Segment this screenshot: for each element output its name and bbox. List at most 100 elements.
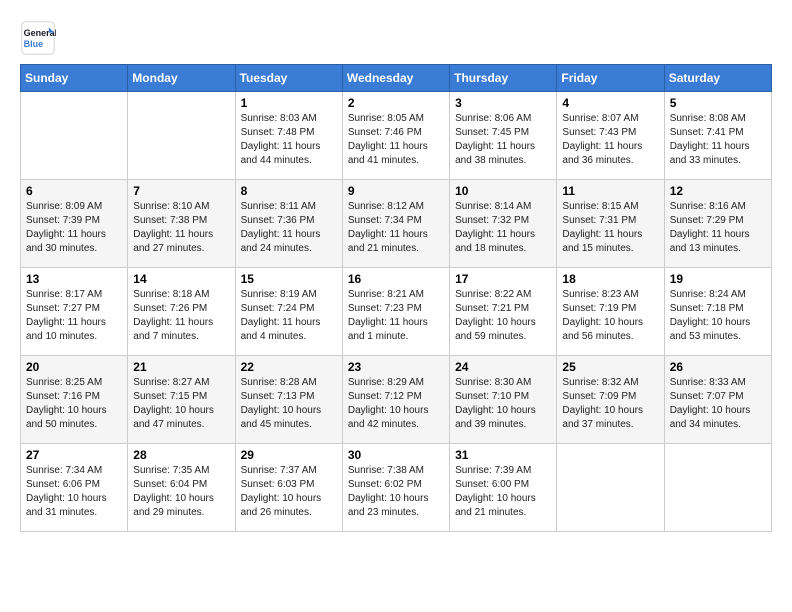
calendar-cell: 8 Sunrise: 8:11 AM Sunset: 7:36 PM Daylig… (235, 180, 342, 268)
weekday-header: Friday (557, 65, 664, 92)
calendar-cell: 23Sunrise: 8:29 AM Sunset: 7:12 PM Dayli… (342, 356, 449, 444)
day-number: 6 (26, 184, 122, 198)
day-info: Sunrise: 8:07 AM Sunset: 7:43 PM Dayligh… (562, 112, 658, 168)
day-number: 29 (241, 448, 337, 462)
calendar-cell (557, 444, 664, 532)
weekday-header: Saturday (664, 65, 771, 92)
day-info: Sunrise: 8:09 AM Sunset: 7:39 PM Dayligh… (26, 200, 122, 256)
calendar-cell: 19Sunrise: 8:24 AM Sunset: 7:18 PM Dayli… (664, 268, 771, 356)
day-info: Sunrise: 8:16 AM Sunset: 7:29 PM Dayligh… (670, 200, 766, 256)
day-info: Sunrise: 8:21 AM Sunset: 7:23 PM Dayligh… (348, 288, 444, 344)
calendar-cell: 21 Sunrise: 8:27 AM Sunset: 7:15 PM Dayli… (128, 356, 235, 444)
day-number: 1 (241, 96, 337, 110)
calendar-cell: 13 Sunrise: 8:17 AM Sunset: 7:27 PM Dayli… (21, 268, 128, 356)
day-info: Sunrise: 7:34 AM Sunset: 6:06 PM Dayligh… (26, 464, 122, 520)
calendar-table: SundayMondayTuesdayWednesdayThursdayFrid… (20, 64, 772, 532)
calendar-cell: 2Sunrise: 8:05 AM Sunset: 7:46 PM Daylig… (342, 92, 449, 180)
calendar-cell: 12 Sunrise: 8:16 AM Sunset: 7:29 PM Dayli… (664, 180, 771, 268)
day-number: 25 (562, 360, 658, 374)
calendar-week-row: 20 Sunrise: 8:25 AM Sunset: 7:16 PM Dayli… (21, 356, 772, 444)
day-info: Sunrise: 8:18 AM Sunset: 7:26 PM Dayligh… (133, 288, 229, 344)
calendar-cell: 15 Sunrise: 8:19 AM Sunset: 7:24 PM Dayli… (235, 268, 342, 356)
day-info: Sunrise: 8:29 AM Sunset: 7:12 PM Dayligh… (348, 376, 444, 432)
calendar-cell: 1 Sunrise: 8:03 AM Sunset: 7:48 PM Daylig… (235, 92, 342, 180)
day-info: Sunrise: 8:10 AM Sunset: 7:38 PM Dayligh… (133, 200, 229, 256)
day-info: Sunrise: 7:37 AM Sunset: 6:03 PM Dayligh… (241, 464, 337, 520)
calendar-cell: 28 Sunrise: 7:35 AM Sunset: 6:04 PM Dayli… (128, 444, 235, 532)
day-number: 21 (133, 360, 229, 374)
day-info: Sunrise: 8:14 AM Sunset: 7:32 PM Dayligh… (455, 200, 551, 256)
calendar-cell (21, 92, 128, 180)
day-number: 31 (455, 448, 551, 462)
logo-icon: General Blue (20, 20, 56, 56)
calendar-week-row: 27 Sunrise: 7:34 AM Sunset: 6:06 PM Dayli… (21, 444, 772, 532)
day-info: Sunrise: 8:12 AM Sunset: 7:34 PM Dayligh… (348, 200, 444, 256)
day-number: 16 (348, 272, 444, 286)
day-number: 11 (562, 184, 658, 198)
day-info: Sunrise: 8:25 AM Sunset: 7:16 PM Dayligh… (26, 376, 122, 432)
calendar-cell: 17Sunrise: 8:22 AM Sunset: 7:21 PM Dayli… (450, 268, 557, 356)
day-info: Sunrise: 8:28 AM Sunset: 7:13 PM Dayligh… (241, 376, 337, 432)
calendar-cell: 10 Sunrise: 8:14 AM Sunset: 7:32 PM Dayli… (450, 180, 557, 268)
day-number: 15 (241, 272, 337, 286)
day-info: Sunrise: 8:19 AM Sunset: 7:24 PM Dayligh… (241, 288, 337, 344)
weekday-header: Thursday (450, 65, 557, 92)
calendar-cell: 14 Sunrise: 8:18 AM Sunset: 7:26 PM Dayli… (128, 268, 235, 356)
day-number: 26 (670, 360, 766, 374)
calendar-cell: 26Sunrise: 8:33 AM Sunset: 7:07 PM Dayli… (664, 356, 771, 444)
calendar-cell (128, 92, 235, 180)
day-info: Sunrise: 8:23 AM Sunset: 7:19 PM Dayligh… (562, 288, 658, 344)
day-number: 2 (348, 96, 444, 110)
day-info: Sunrise: 8:32 AM Sunset: 7:09 PM Dayligh… (562, 376, 658, 432)
calendar-cell: 5 Sunrise: 8:08 AM Sunset: 7:41 PM Daylig… (664, 92, 771, 180)
day-number: 28 (133, 448, 229, 462)
svg-text:Blue: Blue (24, 39, 44, 49)
day-info: Sunrise: 8:08 AM Sunset: 7:41 PM Dayligh… (670, 112, 766, 168)
weekday-header: Tuesday (235, 65, 342, 92)
day-info: Sunrise: 8:27 AM Sunset: 7:15 PM Dayligh… (133, 376, 229, 432)
day-number: 3 (455, 96, 551, 110)
calendar-cell: 11 Sunrise: 8:15 AM Sunset: 7:31 PM Dayli… (557, 180, 664, 268)
day-number: 27 (26, 448, 122, 462)
day-number: 13 (26, 272, 122, 286)
day-info: Sunrise: 8:30 AM Sunset: 7:10 PM Dayligh… (455, 376, 551, 432)
day-info: Sunrise: 8:03 AM Sunset: 7:48 PM Dayligh… (241, 112, 337, 168)
day-info: Sunrise: 8:15 AM Sunset: 7:31 PM Dayligh… (562, 200, 658, 256)
day-number: 9 (348, 184, 444, 198)
calendar-cell: 6 Sunrise: 8:09 AM Sunset: 7:39 PM Daylig… (21, 180, 128, 268)
day-number: 20 (26, 360, 122, 374)
day-info: Sunrise: 8:17 AM Sunset: 7:27 PM Dayligh… (26, 288, 122, 344)
calendar-cell: 31 Sunrise: 7:39 AM Sunset: 6:00 PM Dayli… (450, 444, 557, 532)
day-number: 10 (455, 184, 551, 198)
day-info: Sunrise: 8:11 AM Sunset: 7:36 PM Dayligh… (241, 200, 337, 256)
day-info: Sunrise: 7:35 AM Sunset: 6:04 PM Dayligh… (133, 464, 229, 520)
calendar-cell: 9 Sunrise: 8:12 AM Sunset: 7:34 PM Daylig… (342, 180, 449, 268)
calendar-week-row: 13 Sunrise: 8:17 AM Sunset: 7:27 PM Dayli… (21, 268, 772, 356)
day-number: 19 (670, 272, 766, 286)
calendar-cell: 22Sunrise: 8:28 AM Sunset: 7:13 PM Dayli… (235, 356, 342, 444)
day-number: 30 (348, 448, 444, 462)
day-number: 8 (241, 184, 337, 198)
calendar-cell: 27 Sunrise: 7:34 AM Sunset: 6:06 PM Dayli… (21, 444, 128, 532)
day-number: 17 (455, 272, 551, 286)
calendar-cell: 30Sunrise: 7:38 AM Sunset: 6:02 PM Dayli… (342, 444, 449, 532)
calendar-cell: 16 Sunrise: 8:21 AM Sunset: 7:23 PM Dayli… (342, 268, 449, 356)
day-number: 14 (133, 272, 229, 286)
calendar-week-row: 1 Sunrise: 8:03 AM Sunset: 7:48 PM Daylig… (21, 92, 772, 180)
day-number: 18 (562, 272, 658, 286)
day-info: Sunrise: 7:39 AM Sunset: 6:00 PM Dayligh… (455, 464, 551, 520)
weekday-header: Monday (128, 65, 235, 92)
calendar-cell: 7 Sunrise: 8:10 AM Sunset: 7:38 PM Daylig… (128, 180, 235, 268)
day-number: 24 (455, 360, 551, 374)
day-number: 7 (133, 184, 229, 198)
page-header: General Blue (20, 20, 772, 56)
calendar-cell: 20 Sunrise: 8:25 AM Sunset: 7:16 PM Dayli… (21, 356, 128, 444)
day-number: 5 (670, 96, 766, 110)
calendar-cell: 24 Sunrise: 8:30 AM Sunset: 7:10 PM Dayli… (450, 356, 557, 444)
weekday-header: Wednesday (342, 65, 449, 92)
calendar-week-row: 6 Sunrise: 8:09 AM Sunset: 7:39 PM Daylig… (21, 180, 772, 268)
calendar-cell (664, 444, 771, 532)
day-number: 4 (562, 96, 658, 110)
calendar-cell: 29 Sunrise: 7:37 AM Sunset: 6:03 PM Dayli… (235, 444, 342, 532)
day-number: 12 (670, 184, 766, 198)
